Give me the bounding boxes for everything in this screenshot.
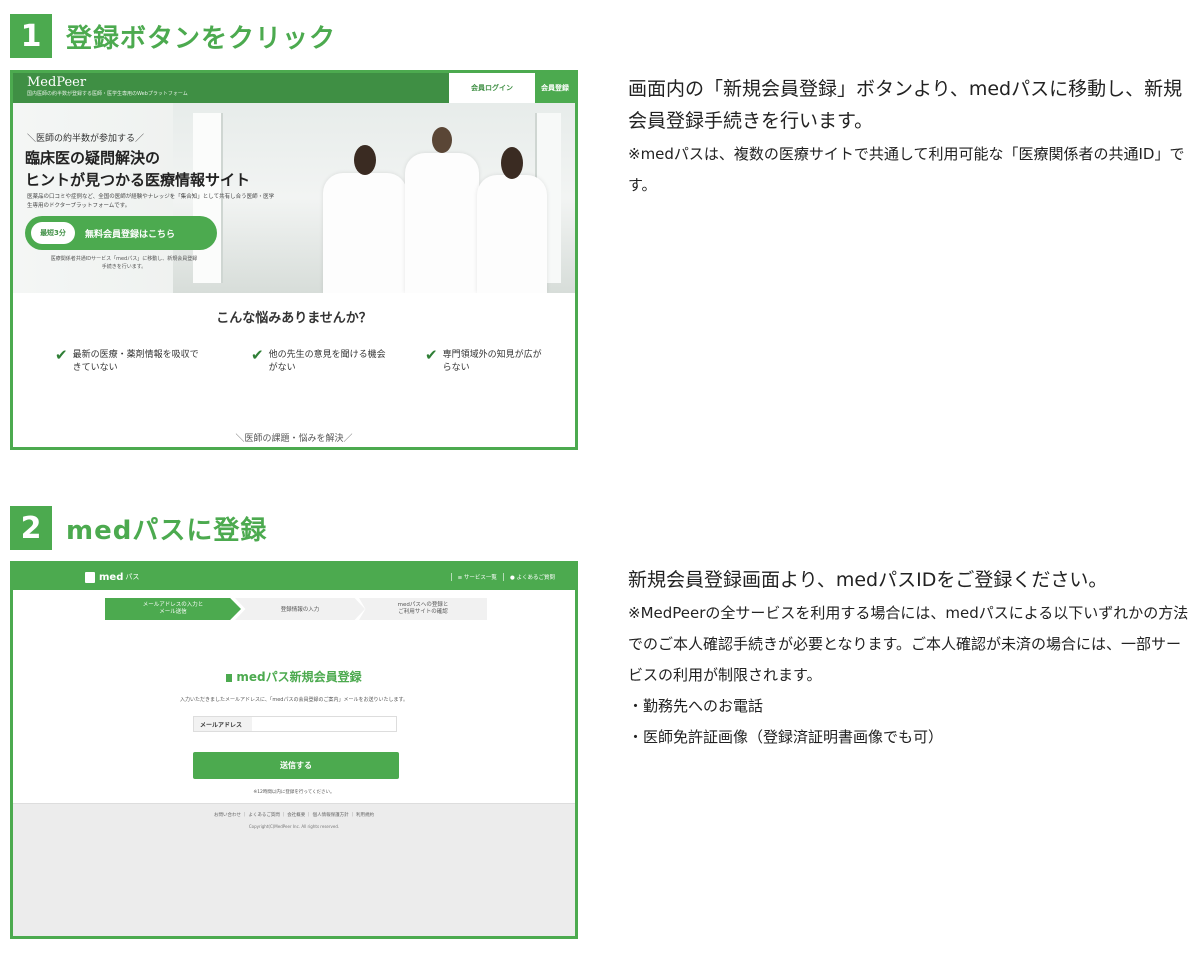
- medpass-logo-text: med: [99, 571, 124, 583]
- medpass-main: メールアドレスの入力と メール送信 登録情報の入力 medパスへの登録と ご利用…: [13, 590, 575, 803]
- step2-number: 2: [10, 506, 52, 550]
- doctor-figure: [405, 127, 479, 293]
- step1-description: 画面内の「新規会員登録」ボタンより、medパスに移動し、新規会員登録手続きを行い…: [628, 73, 1194, 201]
- member-login-button[interactable]: 会員ログイン: [449, 73, 535, 103]
- stepper-step-info: 登録情報の入力: [235, 598, 365, 620]
- step1-screenshot: MedPeer 国内医師の約半数が登録する医師・医学生専用のWebプラットフォー…: [10, 70, 578, 450]
- solution-heading: ＼医師の課題・悩みを解決／: [235, 434, 353, 444]
- step2-desc-main: 新規会員登録画面より、medパスIDをご登録ください。: [628, 569, 1108, 591]
- step1-desc-main: 画面内の「新規会員登録」ボタンより、medパスに移動し、新規会員登録手続きを行い…: [628, 78, 1183, 132]
- stepper-step-email: メールアドレスの入力と メール送信: [105, 598, 241, 620]
- check-icon: ✔: [425, 346, 438, 364]
- email-label: メールアドレス: [194, 717, 252, 731]
- cta-badge: 最短3分: [31, 222, 75, 244]
- cta-label: 無料会員登録はこちら: [85, 229, 176, 240]
- register-title-text: medパス新規会員登録: [236, 670, 362, 684]
- check-icon: ✔: [251, 346, 264, 364]
- hero-body-text: 医薬品の口コミや症例など、全国の医師が経験やナレッジを「集合知」として共有し合う…: [27, 194, 275, 209]
- worry-item: ✔ 最新の医療・薬剤情報を吸収できていない: [55, 346, 205, 375]
- medpass-logo-suffix: パス: [125, 573, 140, 581]
- step2-header: 2 medパスに登録: [10, 506, 267, 550]
- hero-headline-line2: ヒントが見つかる医療情報サイト: [25, 171, 251, 189]
- member-register-button[interactable]: 会員登録: [535, 73, 575, 103]
- step1-desc-note: ※medパスは、複数の医療サイトで共通して利用可能な「医療関係者の共通ID」です…: [628, 145, 1185, 194]
- worry-item: ✔ 他の先生の意見を聞ける機会がない: [251, 346, 389, 375]
- cta-note: 医療関係者共通IDサービス「medパス」に移動し、新規会員登録手続きを行います。: [50, 256, 198, 270]
- footer-links[interactable]: お問い合わせ ｜ よくあるご質問 ｜ 会社概要 ｜ 個人情報保護方針 ｜ 利用規…: [13, 812, 575, 818]
- email-form-row: メールアドレス: [193, 716, 397, 732]
- worry-text: 最新の医療・薬剤情報を吸収できていない: [72, 350, 199, 373]
- register-title: medパス新規会員登録: [13, 668, 575, 685]
- hero-headline: 臨床医の疑問解決の ヒントが見つかる医療情報サイト: [25, 147, 250, 191]
- hero-tagline: ＼医師の約半数が参加する／: [27, 134, 145, 144]
- hero-headline-line1: 臨床医の疑問解決の: [25, 149, 161, 167]
- free-register-button[interactable]: 最短3分 無料会員登録はこちら: [25, 216, 217, 250]
- step1-title: 登録ボタンをクリック: [66, 23, 337, 54]
- worry-item: ✔ 専門領域外の知見が広がらない: [425, 346, 545, 375]
- email-input[interactable]: [252, 717, 396, 731]
- step2-desc-note: ※MedPeerの全サービスを利用する場合には、medパスによる以下いずれかの方…: [628, 604, 1189, 684]
- medpass-footer: お問い合わせ ｜ よくあるご質問 ｜ 会社概要 ｜ 個人情報保護方針 ｜ 利用規…: [13, 803, 575, 936]
- check-icon: ✔: [55, 346, 68, 364]
- worry-text: 他の先生の意見を聞ける機会がない: [268, 350, 386, 373]
- medpeer-header: MedPeer 国内医師の約半数が登録する医師・医学生専用のWebプラットフォー…: [13, 73, 575, 103]
- worries-section: こんな悩みありませんか？ ✔ 最新の医療・薬剤情報を吸収できていない ✔ 他の先…: [13, 293, 575, 446]
- medpass-header: med パス ≡ サービス一覧 ● よくあるご質問: [13, 564, 575, 590]
- medpeer-logo-text: MedPeer: [27, 75, 87, 90]
- faq-link[interactable]: ● よくあるご質問: [502, 573, 561, 581]
- medpass-logo: med パス: [85, 571, 140, 583]
- service-list-link[interactable]: ≡ サービス一覧: [450, 573, 503, 581]
- step2-screenshot: med パス ≡ サービス一覧 ● よくあるご質問 メールアドレスの入力と メー…: [10, 561, 578, 939]
- step2-title: medパスに登録: [66, 515, 268, 546]
- step2-desc-item: ・医師免許証画像（登録済証明書画像でも可）: [628, 728, 944, 746]
- step2-desc-item: ・勤務先へのお電話: [628, 697, 764, 715]
- document-icon: [226, 673, 233, 682]
- medpeer-logo-sub: 国内医師の約半数が登録する医師・医学生専用のWebプラットフォーム: [27, 91, 188, 97]
- medpass-logo-icon: [85, 571, 95, 583]
- doctor-figure: [477, 147, 547, 293]
- medpeer-logo: MedPeer 国内医師の約半数が登録する医師・医学生専用のWebプラットフォー…: [13, 73, 188, 103]
- doctor-figure: [323, 145, 407, 293]
- footer-copyright: Copyright(C)MedPeer Inc. All rights rese…: [248, 824, 340, 829]
- registration-stepper: メールアドレスの入力と メール送信 登録情報の入力 medパスへの登録と ご利用…: [105, 598, 487, 620]
- submit-button[interactable]: 送信する: [193, 752, 399, 779]
- step1-header: 1 登録ボタンをクリック: [10, 14, 336, 58]
- register-info: 入力いただきましたメールアドレスに、「medパスの会員登録のご案内」メールをお送…: [180, 697, 408, 703]
- step1-number: 1: [10, 14, 52, 58]
- time-limit-note: ※12時間以内に登録を行ってください。: [253, 790, 335, 795]
- worry-text: 専門領域外の知見が広がらない: [442, 350, 542, 373]
- step2-description: 新規会員登録画面より、medパスIDをご登録ください。 ※MedPeerの全サー…: [628, 564, 1194, 753]
- stepper-step-confirm: medパスへの登録と ご利用サイトの確認: [359, 598, 487, 620]
- hero-section: ＼医師の約半数が参加する／ 臨床医の疑問解決の ヒントが見つかる医療情報サイト …: [13, 103, 575, 293]
- medpass-nav: ≡ サービス一覧 ● よくあるご質問: [450, 573, 561, 581]
- worries-question: こんな悩みありませんか？: [216, 311, 372, 326]
